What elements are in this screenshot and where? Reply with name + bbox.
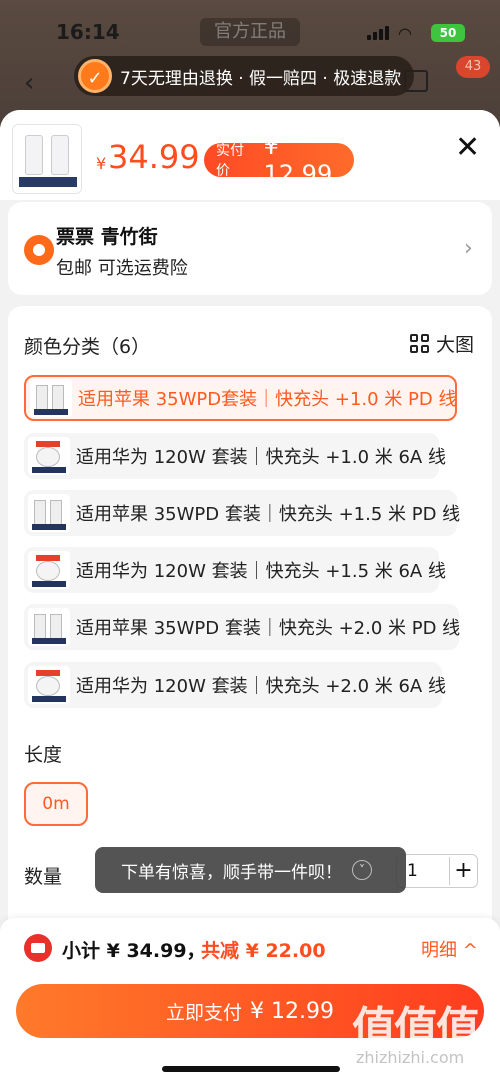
subtotal-text: 小计 ¥ 34.99，: [62, 940, 206, 962]
variant-thumbnail: [28, 608, 70, 646]
variant-label: 适用华为 120W 套装｜快充头 +1.5 米 6A 线: [76, 561, 446, 582]
status-time: 16:14: [56, 20, 120, 44]
product-thumbnail[interactable]: [12, 124, 82, 194]
big-picture-button[interactable]: 大图: [410, 330, 474, 357]
overlay-title: 官方正品: [200, 18, 300, 46]
variant-thumbnail: [28, 551, 70, 589]
coupon-icon: [24, 934, 52, 962]
quantity-stepper[interactable]: 1 +: [396, 854, 478, 888]
toast-message: 下单有惊喜，顺手带一件呗！ ˅: [95, 847, 406, 893]
variant-option[interactable]: 适用华为 120W 套装｜快充头 +1.0 米 6A 线: [24, 433, 446, 479]
shield-icon: ✓: [78, 59, 112, 93]
variant-thumbnail: [28, 437, 70, 475]
status-bar: 16:14 官方正品 ◠ 50: [0, 18, 500, 48]
back-icon[interactable]: ‹: [24, 68, 34, 98]
product-price: 34.99: [108, 138, 200, 176]
pay-now-price: ¥ 12.99: [250, 998, 334, 1024]
variant-option[interactable]: 适用苹果 35WPD套装｜快充头 +1.0 米 PD 线: [24, 375, 457, 421]
close-icon[interactable]: ✕: [455, 130, 480, 165]
quantity-title: 数量: [24, 866, 63, 888]
paid-price-value: ¥ 12.99: [263, 132, 333, 188]
variant-thumbnail: [30, 379, 72, 417]
guarantee-text: 7天无理由退换 · 假一赔四 · 极速退款: [120, 68, 402, 89]
sheet-header: ¥ 34.99 实付价 ¥ 12.99 ✕: [0, 110, 500, 200]
price-currency: ¥: [96, 154, 107, 173]
detail-button[interactable]: 明细 ^: [421, 936, 478, 962]
discount-text: 共减 ¥ 22.00: [201, 940, 326, 962]
variant-option[interactable]: 适用苹果 35WPD 套装｜快充头 +2.0 米 PD 线: [24, 604, 461, 650]
big-picture-label: 大图: [436, 334, 475, 356]
variant-thumbnail: [28, 666, 70, 704]
wifi-icon: ◠: [398, 24, 412, 43]
variant-label: 适用华为 120W 套装｜快充头 +1.0 米 6A 线: [76, 447, 446, 468]
variant-thumbnail: [28, 494, 70, 532]
variant-label: 适用苹果 35WPD套装｜快充头 +1.0 米 PD 线: [78, 389, 457, 410]
location-icon: [24, 235, 54, 265]
length-title: 长度: [24, 744, 63, 766]
variant-label: 适用华为 120W 套装｜快充头 +2.0 米 6A 线: [76, 676, 446, 697]
home-indicator: [162, 1066, 340, 1072]
address-name: 票票 青竹街: [56, 226, 158, 248]
grid-icon: [410, 333, 430, 354]
variant-label: 适用苹果 35WPD 套装｜快充头 +2.0 米 PD 线: [76, 618, 461, 639]
toast-text: 下单有惊喜，顺手带一件呗！: [121, 862, 342, 883]
chevron-down-icon[interactable]: ˅: [352, 860, 372, 880]
guarantee-banner: ✓ 7天无理由退换 · 假一赔四 · 极速退款: [74, 56, 414, 96]
variant-option[interactable]: 适用华为 120W 套装｜快充头 +2.0 米 6A 线: [24, 662, 446, 708]
signal-icon: [367, 26, 389, 40]
battery-icon: 50: [431, 24, 465, 42]
quantity-plus-button[interactable]: +: [449, 857, 477, 885]
chevron-right-icon[interactable]: ›: [464, 236, 473, 261]
watermark-url: zhizhizhi.com: [356, 1048, 465, 1067]
address-subtext: 包邮 可选运费险: [56, 258, 188, 279]
length-option[interactable]: 0m: [24, 782, 88, 826]
color-category-title: 颜色分类（6）: [24, 336, 151, 358]
variant-option[interactable]: 适用苹果 35WPD 套装｜快充头 +1.5 米 PD 线: [24, 490, 461, 536]
quantity-value[interactable]: 1: [407, 861, 418, 881]
paid-price-badge: 实付价 ¥ 12.99: [204, 132, 354, 188]
variant-label: 适用苹果 35WPD 套装｜快充头 +1.5 米 PD 线: [76, 504, 461, 525]
paid-price-label: 实付价: [216, 143, 244, 179]
checkout-footer: 小计 ¥ 34.99， 共减 ¥ 22.00 明细 ^ 立即支付 ¥ 12.99…: [0, 918, 500, 1082]
variant-option[interactable]: 适用华为 120W 套装｜快充头 +1.5 米 6A 线: [24, 547, 446, 593]
pay-now-label: 立即支付: [166, 1001, 243, 1024]
watermark: 值值值: [352, 1003, 480, 1054]
cart-badge: 43: [456, 56, 490, 78]
